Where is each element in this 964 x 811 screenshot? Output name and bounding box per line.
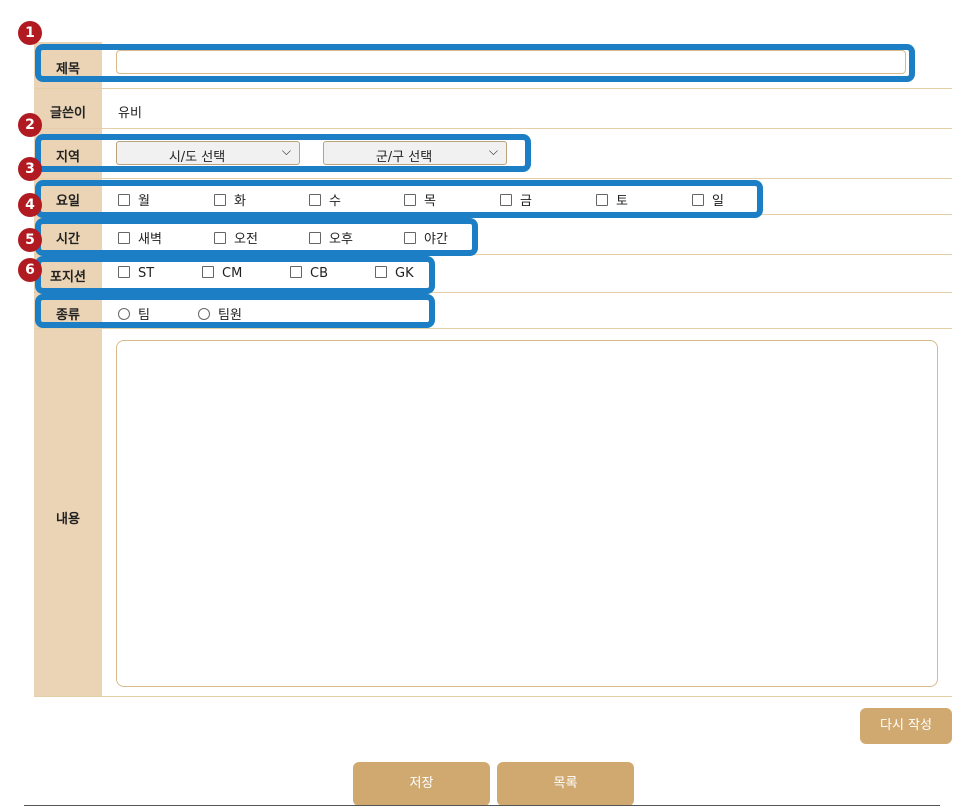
annotation-badge-2: 2 [18,113,42,137]
row-divider [34,696,952,697]
row-divider [34,178,952,179]
annotation-badge-4: 4 [18,193,42,217]
annotation-badge-1: 1 [18,21,42,45]
author-label: 글쓴이 [50,106,86,121]
rewrite-button[interactable]: 다시 작성 [860,708,952,744]
row-divider [34,128,952,129]
annotation-badge-3: 3 [18,157,42,181]
annotation-badge-6: 6 [18,258,42,282]
annotation-box-region [35,134,531,172]
annotation-box-type [35,294,435,328]
row-divider [34,88,952,89]
annotation-box-time [35,218,478,256]
row-divider [34,328,952,329]
annotation-box-position [35,256,435,294]
save-button[interactable]: 저장 [353,762,490,806]
bottom-divider [24,805,940,806]
author-value: 유비 [118,106,142,121]
list-button[interactable]: 목록 [497,762,634,806]
annotation-badge-5: 5 [18,228,42,252]
content-textarea[interactable] [116,340,938,687]
annotation-box-day [35,180,763,218]
content-label: 내용 [56,512,80,527]
annotation-box-title [35,44,915,82]
